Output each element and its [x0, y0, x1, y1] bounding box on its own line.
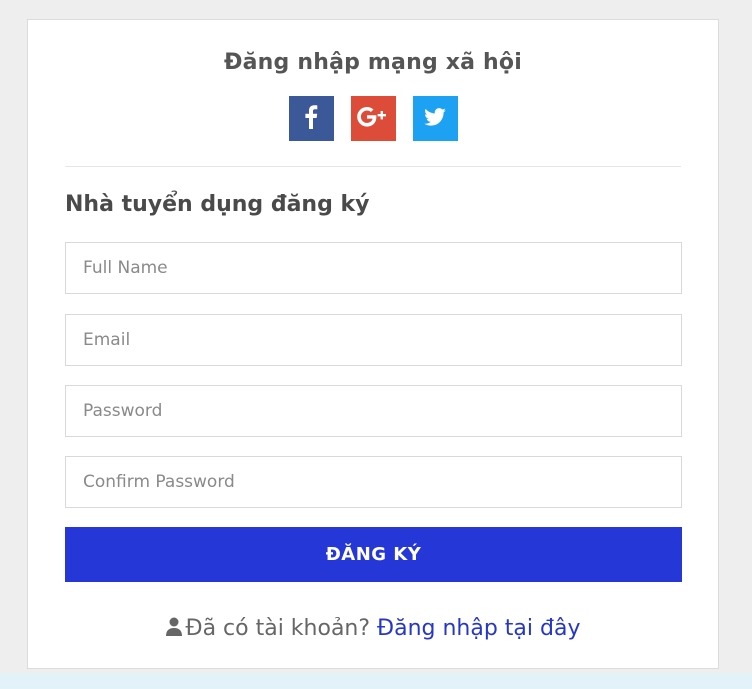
confirm-password-field[interactable] — [65, 456, 682, 508]
login-prompt: Đã có tài khoản? Đăng nhập tại đây — [28, 616, 718, 643]
password-field[interactable] — [65, 385, 682, 437]
register-button[interactable]: ĐĂNG KÝ — [65, 527, 682, 582]
login-prompt-text: Đã có tài khoản? — [185, 616, 371, 641]
page: Đăng nhập mạng xã hội Nhà tuyển dụng đăn… — [0, 0, 752, 689]
bottom-strip — [0, 673, 752, 689]
form-heading: Nhà tuyển dụng đăng ký — [65, 192, 370, 217]
login-link[interactable]: Đăng nhập tại đây — [377, 616, 580, 641]
user-icon — [165, 617, 182, 643]
google-plus-login-button[interactable] — [350, 96, 396, 141]
facebook-login-button[interactable] — [288, 96, 334, 141]
email-field[interactable] — [65, 314, 682, 366]
social-login-title: Đăng nhập mạng xã hội — [224, 50, 522, 75]
facebook-icon — [304, 104, 318, 133]
full-name-field[interactable] — [65, 242, 682, 294]
twitter-icon — [424, 107, 446, 130]
google-plus-icon — [356, 106, 390, 132]
social-buttons — [28, 96, 718, 141]
divider — [65, 166, 681, 167]
twitter-login-button[interactable] — [412, 96, 458, 141]
register-card: Đăng nhập mạng xã hội Nhà tuyển dụng đăn… — [27, 19, 719, 669]
